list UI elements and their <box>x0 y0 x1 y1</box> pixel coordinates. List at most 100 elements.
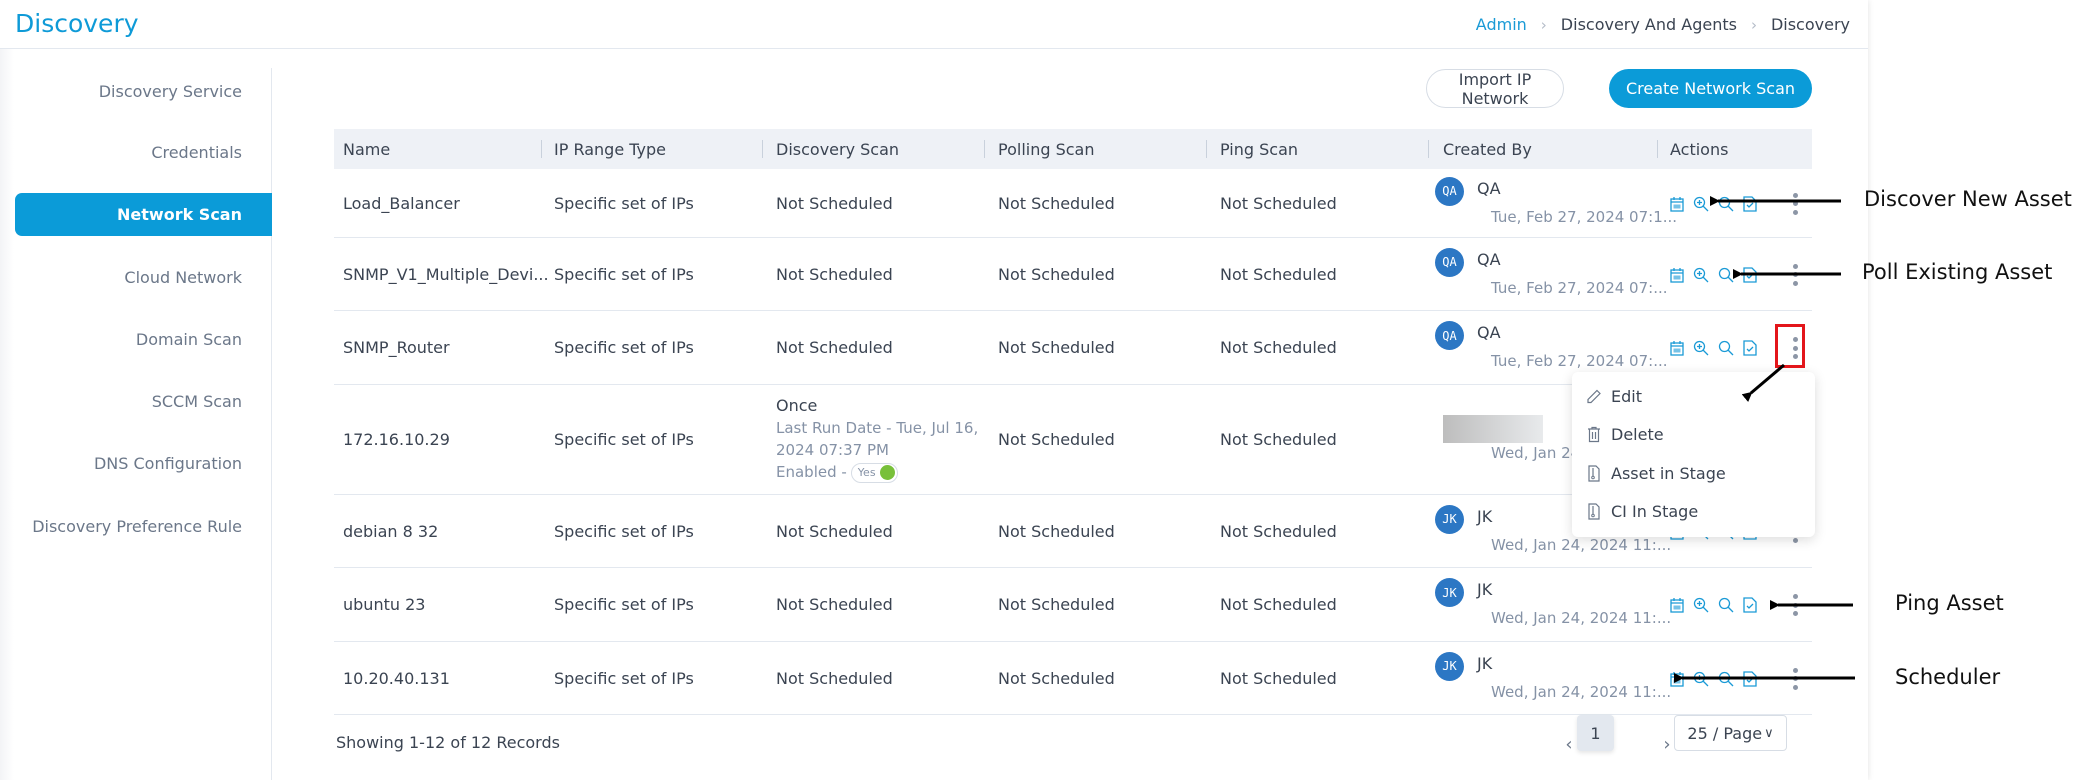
annotation-poll-existing-asset: Poll Existing Asset <box>1862 260 2053 284</box>
menu-item-label: Asset in Stage <box>1611 463 1726 483</box>
row-polling-scan: Not Scheduled <box>998 521 1115 541</box>
menu-item-delete[interactable]: Delete <box>1586 419 1664 449</box>
avatar: QA <box>1435 247 1464 277</box>
sidebar-item-discovery-service[interactable]: Discovery Service <box>15 70 272 113</box>
calendar-icon[interactable] <box>1670 671 1684 687</box>
row-ping-scan: Not Scheduled <box>1220 430 1337 449</box>
table-row[interactable]: Load_Balancer Specific set of IPs Not Sche… <box>334 169 1812 238</box>
calendar-icon[interactable] <box>1670 196 1684 212</box>
row-polling-scan: Not Scheduled <box>998 430 1115 449</box>
creator-name: JK <box>1477 653 1493 673</box>
avatar: JK <box>1435 651 1464 681</box>
row-discovery-scan: Not Scheduled <box>776 193 893 213</box>
menu-item-label: Delete <box>1611 424 1664 444</box>
table-row[interactable]: SNMP_V1_Multiple_Devi... Specific set of … <box>334 238 1812 311</box>
sidebar-item-cloud-network[interactable]: Cloud Network <box>15 256 272 299</box>
file-check-icon[interactable] <box>1743 597 1757 613</box>
kebab-dot <box>1792 602 1798 608</box>
row-name: SNMP_V1_Multiple_Devi... <box>343 264 549 284</box>
create-network-scan-button[interactable]: Create Network Scan <box>1609 69 1812 108</box>
last-run-date: Last Run Date - Tue, Jul 16, <box>776 419 979 437</box>
more-vertical-icon[interactable] <box>1785 262 1805 288</box>
column-header-created-by[interactable]: Created By <box>1434 129 1532 169</box>
row-discovery-scan: Not Scheduled <box>776 668 893 688</box>
row-ip-range-type: Specific set of IPs <box>554 338 694 357</box>
chevron-right-icon: › <box>1540 15 1547 34</box>
breadcrumb-admin[interactable]: Admin <box>1476 15 1527 34</box>
zoom-in-icon[interactable] <box>1693 196 1709 212</box>
creator-name: QA <box>1477 323 1501 342</box>
table-row[interactable]: ubuntu 23 Specific set of IPs Not Schedule… <box>334 568 1812 642</box>
kebab-dot <box>1792 611 1798 616</box>
search-icon[interactable] <box>1718 597 1734 613</box>
more-vertical-icon[interactable] <box>1785 191 1805 217</box>
enabled-status: Enabled - Yes <box>776 461 978 483</box>
trash-icon <box>1588 426 1600 442</box>
kebab-dot <box>1792 676 1798 681</box>
file-check-icon[interactable] <box>1743 195 1757 212</box>
table-header: Name IP Range Type Discovery Scan Pollin… <box>334 129 1812 169</box>
sidebar-item-sccm-scan[interactable]: SCCM Scan <box>15 380 272 423</box>
search-icon[interactable] <box>1718 671 1734 687</box>
row-name: debian 8 32 <box>343 521 439 541</box>
toggle-label: Yes <box>857 465 876 479</box>
kebab-dot <box>1792 272 1798 277</box>
sidebar-divider <box>271 68 272 780</box>
pagination-page-button[interactable]: 1 <box>1577 715 1614 751</box>
menu-item-ci-in-stage[interactable]: CI In Stage <box>1586 496 1698 526</box>
column-header-ping-scan[interactable]: Ping Scan <box>1211 129 1298 169</box>
row-ping-scan: Not Scheduled <box>1220 193 1337 213</box>
menu-item-edit[interactable]: Edit <box>1586 381 1642 411</box>
sidebar-item-credentials[interactable]: Credentials <box>15 131 272 174</box>
kebab-dot <box>1792 280 1798 286</box>
sidebar-item-domain-scan[interactable]: Domain Scan <box>15 318 272 361</box>
column-header-discovery-scan[interactable]: Discovery Scan <box>767 129 899 169</box>
row-discovery-scan: Not Scheduled <box>776 595 893 614</box>
menu-item-asset-in-stage[interactable]: Asset in Stage <box>1586 458 1726 488</box>
search-icon[interactable] <box>1718 340 1734 356</box>
row-actions <box>1670 670 1757 687</box>
sidebar-item-network-scan[interactable]: Network Scan <box>15 193 272 236</box>
page-size-select[interactable]: 25 / Page ∨ <box>1674 715 1787 751</box>
created-date: Tue, Feb 27, 2024 07:... <box>1491 278 1668 297</box>
column-header-polling-scan[interactable]: Polling Scan <box>989 129 1094 169</box>
avatar: JK <box>1435 504 1464 534</box>
zoom-in-icon[interactable] <box>1693 597 1709 613</box>
file-check-icon[interactable] <box>1743 670 1757 687</box>
annotation-discover-new-asset: Discover New Asset <box>1864 187 2072 211</box>
table-row[interactable]: 10.20.40.131 Specific set of IPs Not Sched… <box>334 642 1812 715</box>
column-header-ip-range-type[interactable]: IP Range Type <box>545 129 666 169</box>
sidebar-item-dns-configuration[interactable]: DNS Configuration <box>15 442 272 485</box>
kebab-dot <box>1792 667 1798 673</box>
column-header-name[interactable]: Name <box>334 129 390 169</box>
search-icon[interactable] <box>1718 196 1734 212</box>
column-divider <box>762 140 763 158</box>
search-icon[interactable] <box>1718 267 1734 283</box>
more-vertical-icon[interactable] <box>1785 592 1805 618</box>
avatar: QA <box>1435 176 1464 206</box>
sidebar-item-discovery-preference-rule[interactable]: Discovery Preference Rule <box>15 505 272 548</box>
file-zip-icon <box>1588 502 1600 520</box>
schedule-type: Once <box>776 396 818 415</box>
zoom-in-icon[interactable] <box>1693 671 1709 687</box>
column-divider <box>1428 140 1429 158</box>
import-ip-network-button[interactable]: Import IP Network <box>1426 69 1564 108</box>
calendar-icon[interactable] <box>1670 597 1684 613</box>
file-check-icon[interactable] <box>1743 266 1757 283</box>
more-vertical-icon[interactable] <box>1785 666 1805 692</box>
row-discovery-scan: Not Scheduled <box>776 264 893 284</box>
breadcrumb-discovery-and-agents[interactable]: Discovery And Agents <box>1561 15 1737 34</box>
zoom-in-icon[interactable] <box>1693 267 1709 283</box>
row-discovery-scan: Not Scheduled <box>776 338 893 357</box>
calendar-icon[interactable] <box>1670 267 1684 283</box>
created-date: Tue, Feb 27, 2024 07:1... <box>1491 207 1678 226</box>
zoom-in-icon[interactable] <box>1693 340 1709 356</box>
creator-name: JK <box>1477 580 1493 599</box>
calendar-icon[interactable] <box>1670 340 1684 356</box>
created-date: Wed, Jan 24, 2024 11:... <box>1491 535 1672 554</box>
enabled-toggle[interactable]: Yes <box>850 462 898 483</box>
row-actions <box>1670 340 1757 356</box>
row-polling-scan: Not Scheduled <box>998 668 1115 688</box>
file-check-icon[interactable] <box>1743 340 1757 356</box>
row-polling-scan: Not Scheduled <box>998 595 1115 614</box>
